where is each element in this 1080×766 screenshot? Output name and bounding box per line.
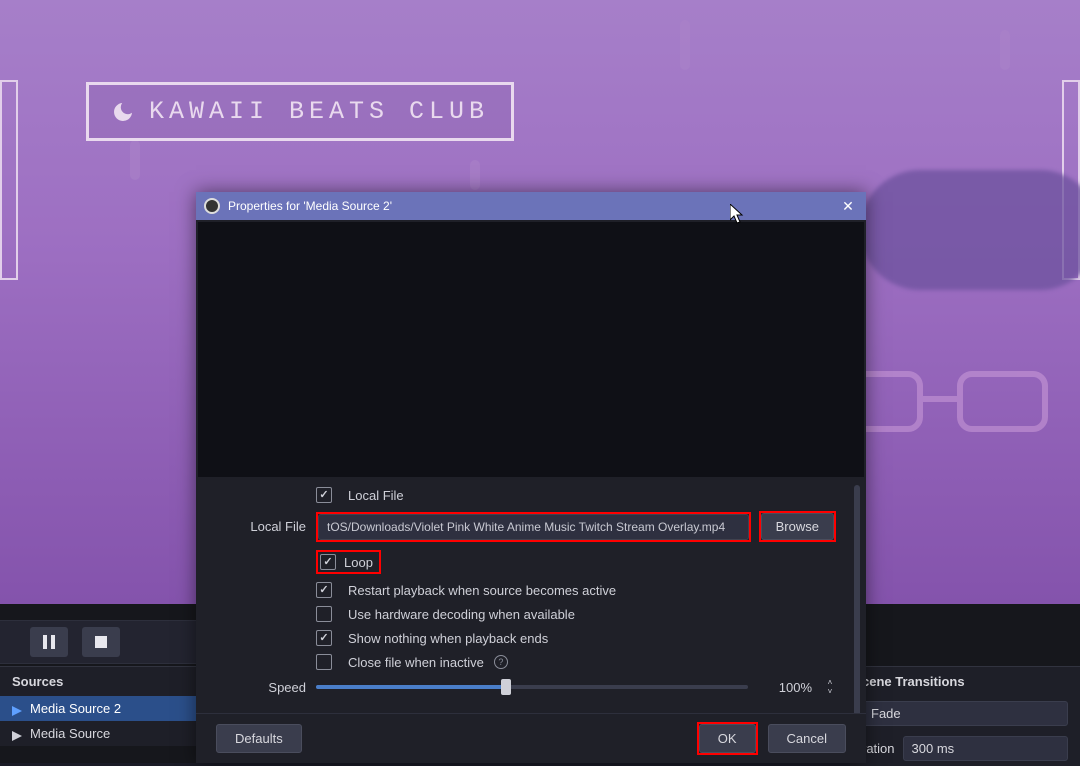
- decorative-drip: [1000, 30, 1010, 70]
- cancel-button[interactable]: Cancel: [768, 724, 846, 753]
- close-icon[interactable]: ✕: [838, 196, 858, 216]
- chevron-up-icon[interactable]: ˄: [824, 678, 836, 687]
- local-file-row-label: Local File: [226, 519, 316, 534]
- close-inactive-checkbox[interactable]: [316, 654, 332, 670]
- local-file-checkbox-label: Local File: [348, 488, 404, 503]
- loop-checkbox[interactable]: [320, 554, 336, 570]
- local-file-input[interactable]: tOS/Downloads/Violet Pink White Anime Mu…: [318, 514, 749, 540]
- play-icon: [12, 704, 22, 714]
- duration-input[interactable]: 300 ms: [903, 736, 1068, 761]
- show-nothing-label: Show nothing when playback ends: [348, 631, 548, 646]
- restart-checkbox[interactable]: [316, 582, 332, 598]
- speed-value: 100%: [756, 680, 816, 695]
- properties-dialog: Properties for 'Media Source 2' ✕ Local …: [196, 192, 866, 763]
- transport-panel: [0, 620, 200, 664]
- dialog-body: Local File Local File tOS/Downloads/Viol…: [196, 479, 866, 713]
- moon-icon: [111, 100, 135, 124]
- hw-decode-label: Use hardware decoding when available: [348, 607, 575, 622]
- overlay-title-text: KAWAII BEATS CLUB: [149, 97, 489, 126]
- browse-button[interactable]: Browse: [761, 513, 834, 540]
- restart-label: Restart playback when source becomes act…: [348, 583, 616, 598]
- dialog-preview-area: [198, 222, 864, 477]
- decorative-drip: [130, 140, 140, 180]
- play-icon: [12, 729, 22, 739]
- scrollbar[interactable]: [854, 485, 860, 713]
- decorative-drip: [680, 20, 690, 70]
- source-item-media-source[interactable]: Media Source: [0, 721, 200, 746]
- source-label: Media Source 2: [30, 701, 121, 716]
- defaults-button[interactable]: Defaults: [216, 724, 302, 753]
- speed-slider[interactable]: [316, 685, 748, 689]
- help-icon[interactable]: ?: [494, 655, 508, 669]
- duration-label: ration: [862, 741, 895, 756]
- sources-header: Sources: [0, 667, 200, 696]
- ok-button[interactable]: OK: [699, 724, 756, 753]
- transitions-header: cene Transitions: [850, 667, 1080, 696]
- dialog-footer: Defaults OK Cancel: [196, 713, 866, 763]
- source-label: Media Source: [30, 726, 110, 741]
- sources-panel: Sources Media Source 2 Media Source: [0, 666, 200, 746]
- dialog-title: Properties for 'Media Source 2': [228, 199, 830, 213]
- transition-select[interactable]: Fade: [862, 701, 1068, 726]
- slider-thumb[interactable]: [501, 679, 511, 695]
- decorative-side-left: [0, 80, 18, 280]
- hw-decode-checkbox[interactable]: [316, 606, 332, 622]
- obs-icon: [204, 198, 220, 214]
- speed-spinner[interactable]: ˄ ˅: [824, 678, 836, 696]
- dialog-titlebar[interactable]: Properties for 'Media Source 2' ✕: [196, 192, 866, 220]
- close-inactive-label: Close file when inactive: [348, 655, 484, 670]
- scene-transitions-panel: cene Transitions Fade ration 300 ms: [850, 666, 1080, 766]
- chevron-down-icon[interactable]: ˅: [824, 687, 836, 696]
- stop-button[interactable]: [82, 627, 120, 657]
- source-item-media-source-2[interactable]: Media Source 2: [0, 696, 200, 721]
- overlay-title-box: KAWAII BEATS CLUB: [86, 82, 514, 141]
- local-file-checkbox[interactable]: [316, 487, 332, 503]
- decorative-cloud: [860, 170, 1080, 290]
- show-nothing-checkbox[interactable]: [316, 630, 332, 646]
- decorative-drip: [470, 160, 480, 190]
- pause-button[interactable]: [30, 627, 68, 657]
- speed-label: Speed: [226, 680, 316, 695]
- loop-label: Loop: [344, 555, 373, 570]
